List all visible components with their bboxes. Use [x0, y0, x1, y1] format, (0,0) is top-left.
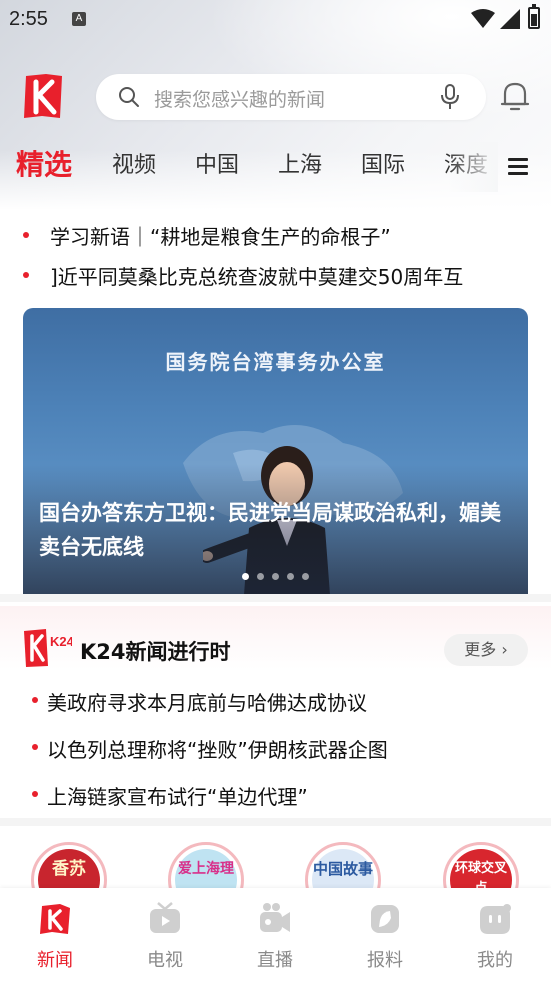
bullet-dot [23, 232, 29, 238]
carousel-dot[interactable] [302, 573, 309, 580]
channel-tabs: 精选 视频 中国 上海 国际 深度 [0, 142, 551, 192]
program-logo: 爱上海理 [175, 849, 237, 888]
nav-live[interactable]: 直播 [220, 888, 330, 981]
live-camera-icon [260, 903, 290, 932]
news-icon [40, 904, 70, 934]
k24-logo-text: K24 [50, 634, 72, 649]
carousel-dot[interactable] [287, 573, 294, 580]
program-logo: 中国故事 [312, 849, 374, 888]
banner-caption: 国台办答东方卫视：民进党当局谋政治私利，媚美卖台无底线 [39, 501, 501, 559]
more-label: 更多 [464, 640, 497, 659]
program-shortcut[interactable]: 中国故事 [305, 842, 381, 888]
mic-icon[interactable] [440, 84, 460, 110]
k24-news-text: 以色列总理称将“挫败”伊朗核武器企图 [47, 738, 388, 762]
tab-featured[interactable]: 精选 [16, 142, 72, 192]
search-icon [119, 87, 139, 107]
tab-international[interactable]: 国际 [361, 142, 405, 192]
k24-news-item[interactable]: 美政府寻求本月底前与哈佛达成协议 [0, 681, 551, 721]
banner-sign-text: 国务院台湾事务办公室 [165, 350, 386, 374]
search-bar[interactable]: 搜索您感兴趣的新闻 [96, 74, 486, 120]
k24-news-item[interactable]: 以色列总理称将“挫败”伊朗核武器企图 [0, 728, 551, 768]
nav-label: 报料 [367, 950, 403, 971]
nav-tv[interactable]: 电视 [110, 888, 220, 981]
notification-icon: A [72, 12, 86, 26]
k24-section: K24 K24新闻进行时 更多 › 美政府寻求本月底前与哈佛达成协议 以色列总理… [0, 606, 551, 818]
section-divider [0, 594, 551, 602]
program-shortcut[interactable]: 香苏 [31, 842, 107, 888]
nav-news[interactable]: 新闻 [0, 888, 110, 981]
program-shortcuts: 香苏 爱上海理 中国故事 环球交叉点 [0, 826, 551, 888]
carousel-dot[interactable] [242, 573, 249, 580]
bullet-dot [32, 697, 38, 703]
program-logo: 香苏 [38, 849, 100, 888]
tv-icon [150, 902, 180, 933]
tab-video[interactable]: 视频 [112, 142, 156, 192]
program-shortcut[interactable]: 爱上海理 [168, 842, 244, 888]
nav-label: 新闻 [37, 950, 73, 971]
k-logo-icon[interactable] [22, 72, 64, 120]
headline-item[interactable]: ]近平同莫桑比克总统查波就中莫建交50周年互 [0, 254, 551, 294]
more-button[interactable]: 更多 › [444, 634, 528, 666]
tab-china[interactable]: 中国 [195, 142, 239, 192]
program-logo: 环球交叉点 [450, 849, 512, 888]
headline-text: ]近平同莫桑比克总统查波就中莫建交50周年互 [50, 265, 464, 289]
nav-label: 电视 [147, 950, 183, 971]
bottom-navigation: 新闻 电视 直播 报料 我的 [0, 888, 551, 981]
section-divider [0, 818, 551, 826]
nav-label: 我的 [477, 950, 513, 971]
tab-shanghai[interactable]: 上海 [278, 142, 322, 192]
nav-profile[interactable]: 我的 [440, 888, 550, 981]
headline-text: 学习新语｜“耕地是粮食生产的命根子” [50, 225, 391, 249]
k24-logo-icon: K24 [24, 629, 72, 667]
bullet-dot [32, 791, 38, 797]
chevron-right-icon: › [501, 640, 508, 659]
status-time: 2:55 [9, 8, 48, 30]
status-bar: 2:55 A [0, 0, 551, 38]
carousel-dot[interactable] [272, 573, 279, 580]
bullet-dot [32, 744, 38, 750]
wifi-icon [471, 9, 495, 28]
carousel-dots [23, 573, 528, 580]
nav-label: 直播 [257, 950, 293, 971]
k24-news-text: 上海链家宣布试行“单边代理” [47, 785, 308, 809]
bell-icon[interactable] [500, 80, 530, 112]
k24-section-title: K24新闻进行时 [80, 640, 231, 664]
bullet-dot [23, 272, 29, 278]
k24-news-item[interactable]: 上海链家宣布试行“单边代理” [0, 775, 551, 815]
profile-icon [480, 904, 511, 934]
banner-carousel[interactable]: 国务院台湾事务办公室 国台办答东方卫视：民进党当局谋政治私利，媚美卖台无底线 [23, 308, 528, 594]
headline-item[interactable]: 学习新语｜“耕地是粮食生产的命根子” [0, 214, 551, 254]
k24-news-text: 美政府寻求本月底前与哈佛达成协议 [47, 691, 367, 715]
program-shortcut[interactable]: 环球交叉点 [443, 842, 519, 888]
battery-icon [528, 4, 540, 29]
nav-report[interactable]: 报料 [330, 888, 440, 981]
tabs-fade [448, 142, 498, 192]
search-placeholder: 搜索您感兴趣的新闻 [154, 89, 326, 111]
cellular-signal-icon [500, 9, 520, 29]
carousel-dot[interactable] [257, 573, 264, 580]
menu-icon[interactable] [508, 158, 528, 176]
report-icon [371, 905, 399, 933]
